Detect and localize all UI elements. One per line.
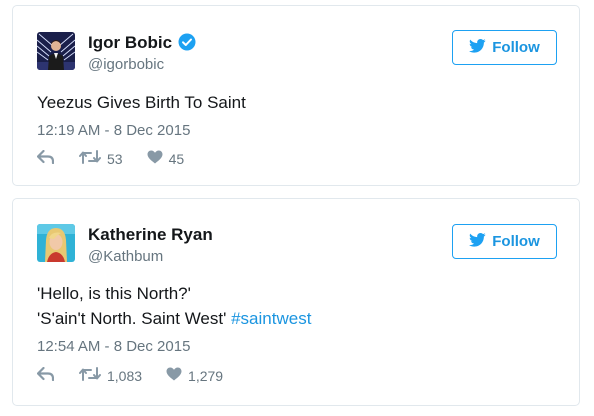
retweet-button[interactable]: 1,083 [79,367,142,384]
follow-button[interactable]: Follow [452,30,557,65]
heart-icon [166,367,182,384]
hashtag-link[interactable]: #saintwest [231,309,311,328]
tweet-text-fragment: 'S'ain't North. Saint West' [37,309,232,328]
twitter-bird-icon [469,232,486,251]
like-count: 45 [168,150,185,167]
tweet-actions: 1,083 1,279 [36,366,223,384]
follow-button-label[interactable]: Follow [492,39,540,56]
like-button[interactable]: 45 [147,150,185,167]
username-handle[interactable]: @igorbobic [88,56,164,73]
tweet-actions: 53 45 [36,149,185,167]
twitter-bird-icon [469,38,486,57]
like-count: 1,279 [188,367,224,384]
retweet-button[interactable]: 53 [79,150,123,167]
verified-badge-icon [178,33,196,56]
tweet-timestamp[interactable]: 12:19 AM - 8 Dec 2015 [37,122,190,139]
avatar-katherine-ryan[interactable] [37,224,75,262]
tweet-text-line: 'Hello, is this North?' [37,284,191,303]
display-name[interactable]: Igor Bobic [88,33,196,56]
username-handle[interactable]: @Kathbum [88,248,163,265]
tweet-text: 'Hello, is this North?' 'S'ain't North. … [37,281,311,331]
tweet-stack: Igor Bobic @igorbobic Follow Yeezus Give… [0,0,594,416]
tweet-text-line: 'S'ain't North. Saint West' #saintwest [37,306,311,331]
tweet-timestamp[interactable]: 12:54 AM - 8 Dec 2015 [37,338,190,355]
like-button[interactable]: 1,279 [166,367,223,384]
avatar-igor-bobic[interactable] [37,32,75,70]
reply-arrow-icon [36,366,55,384]
tweet-card-igor-bobic: Igor Bobic @igorbobic Follow Yeezus Give… [12,5,580,186]
display-name[interactable]: Katherine Ryan [88,225,213,245]
retweet-icon [79,367,101,384]
follow-button[interactable]: Follow [452,224,557,259]
tweet-text-line: Yeezus Gives Birth To Saint [37,93,246,112]
tweet-text: Yeezus Gives Birth To Saint [37,90,246,115]
display-name-text[interactable]: Igor Bobic [88,33,172,52]
retweet-icon [79,150,101,167]
reply-button[interactable] [36,149,55,167]
retweet-count: 1,083 [107,367,143,384]
display-name-text[interactable]: Katherine Ryan [88,225,213,244]
retweet-count: 53 [107,150,123,167]
reply-button[interactable] [36,366,55,384]
tweet-card-katherine-ryan: Katherine Ryan @Kathbum Follow 'Hello, i… [12,198,580,406]
heart-icon [147,150,163,167]
reply-arrow-icon [36,149,55,167]
follow-button-label[interactable]: Follow [492,233,540,250]
